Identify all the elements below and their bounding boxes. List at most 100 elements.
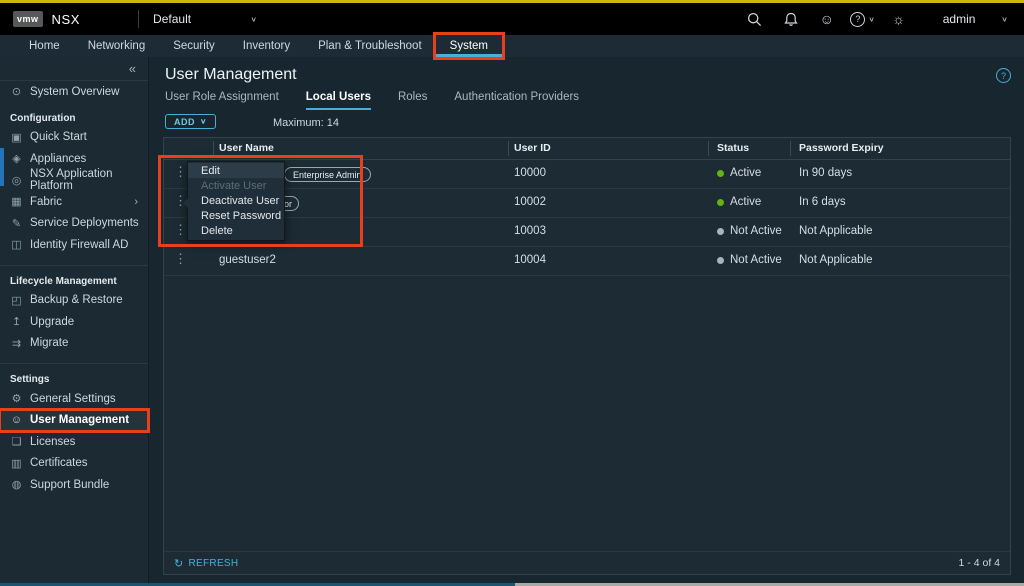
menu-item-deactivate-user[interactable]: Deactivate User <box>188 193 284 208</box>
sidebar-item-label: Quick Start <box>30 131 87 143</box>
row-actions-context-menu: Edit Activate User Deactivate User Reset… <box>187 161 285 241</box>
support-bundle-icon: ◍ <box>10 478 23 491</box>
sidebar-item-label: Licenses <box>30 436 75 448</box>
table-row: ⋮ guestuser2 10004 Not Active Not Applic… <box>164 246 1010 276</box>
status-dot <box>717 228 724 235</box>
chevron-down-icon: ∨ <box>250 15 257 24</box>
sidebar-item-label: Upgrade <box>30 316 74 328</box>
password-expiry-cell: Not Applicable <box>799 225 873 237</box>
user-id-cell: 10000 <box>514 167 546 179</box>
username: admin <box>943 12 976 26</box>
user-menu[interactable]: admin ∨ <box>943 12 1008 26</box>
general-settings-icon: ⚙ <box>10 392 23 405</box>
user-management-tabs: User Role Assignment Local Users Roles A… <box>165 91 579 110</box>
sidebar-item-quick-start[interactable]: ▣ Quick Start <box>0 127 148 149</box>
pagination-range: 1 - 4 of 4 <box>959 557 1000 569</box>
refresh-button[interactable]: ↻ REFRESH <box>174 557 238 570</box>
row-actions-kebab-icon[interactable]: ⋮ <box>174 251 184 268</box>
sidebar-section-settings: Settings <box>0 364 148 388</box>
tab-roles[interactable]: Roles <box>398 91 427 110</box>
sidebar-item-label: Appliances <box>30 153 86 165</box>
status-label: Not Active <box>730 225 782 237</box>
project-dropdown-value: Default <box>153 12 191 26</box>
nav-tab-plan-troubleshoot[interactable]: Plan & Troubleshoot <box>304 35 436 57</box>
user-name-cell: guestuser2 <box>219 254 276 266</box>
column-divider <box>790 141 791 156</box>
password-expiry-cell: In 90 days <box>799 167 852 179</box>
sidebar-item-nsx-application-platform[interactable]: ◎ NSX Application Platform <box>0 170 148 192</box>
sidebar-item-appliances[interactable]: ◈ Appliances <box>0 148 148 170</box>
tab-local-users[interactable]: Local Users <box>306 91 371 110</box>
application-platform-icon: ◎ <box>10 174 23 187</box>
system-overview-icon: ⊙ <box>10 85 23 98</box>
product-name: NSX <box>52 12 81 27</box>
help-menu[interactable]: ? ∨ <box>845 12 881 27</box>
nav-tab-home[interactable]: Home <box>15 35 74 57</box>
sidebar-item-label: Certificates <box>30 457 88 469</box>
nav-tab-system[interactable]: System <box>436 35 502 57</box>
sidebar-item-label: Service Deployments <box>30 217 139 229</box>
menu-item-activate-user: Activate User <box>188 178 284 193</box>
menu-item-edit[interactable]: Edit <box>188 163 284 178</box>
tab-authentication-providers[interactable]: Authentication Providers <box>454 91 579 110</box>
licenses-icon: ❑ <box>10 435 23 448</box>
sidebar-item-migrate[interactable]: ⇉ Migrate <box>0 333 148 355</box>
sidebar-section-configuration: Configuration <box>0 103 148 127</box>
local-users-table: User Name User ID Status Password Expiry… <box>163 137 1011 575</box>
add-user-button[interactable]: ADD ∨ <box>165 114 216 129</box>
main-content: User Management ? User Role Assignment L… <box>149 57 1024 586</box>
chevron-down-icon: ∨ <box>868 15 875 24</box>
sidebar-item-label: Support Bundle <box>30 479 109 491</box>
certificates-icon: ▥ <box>10 457 23 470</box>
status-label: Active <box>730 167 761 179</box>
collapse-sidebar-icon[interactable]: « <box>129 61 136 76</box>
sidebar-item-identity-firewall-ad[interactable]: ◫ Identity Firewall AD <box>0 234 148 256</box>
column-header-status: Status <box>717 142 749 154</box>
tab-user-role-assignment[interactable]: User Role Assignment <box>165 91 279 110</box>
column-header-user-id: User ID <box>514 142 551 154</box>
user-id-cell: 10002 <box>514 196 546 208</box>
sidebar-item-support-bundle[interactable]: ◍ Support Bundle <box>0 474 148 496</box>
sidebar-item-backup-restore[interactable]: ◰ Backup & Restore <box>0 290 148 312</box>
sidebar-item-general-settings[interactable]: ⚙ General Settings <box>0 388 148 410</box>
nav-tab-networking[interactable]: Networking <box>74 35 160 57</box>
column-divider <box>213 141 214 156</box>
nav-tab-security[interactable]: Security <box>159 35 229 57</box>
fabric-icon: ▦ <box>10 195 23 208</box>
nav-tab-inventory[interactable]: Inventory <box>229 35 304 57</box>
sidebar-item-licenses[interactable]: ❑ Licenses <box>0 431 148 453</box>
theme-toggle-sun-icon[interactable]: ☼ <box>881 12 917 26</box>
password-expiry-cell: In 6 days <box>799 196 846 208</box>
column-divider <box>508 141 509 156</box>
feedback-smiley-icon[interactable]: ☺ <box>809 12 845 26</box>
column-header-password-expiry: Password Expiry <box>799 142 884 154</box>
page-help-icon[interactable]: ? <box>996 68 1011 83</box>
menu-item-delete[interactable]: Delete <box>188 224 284 239</box>
status-cell: Not Active <box>717 225 782 237</box>
status-dot <box>717 199 724 206</box>
sidebar-item-fabric[interactable]: ▦ Fabric › <box>0 191 148 213</box>
refresh-icon: ↻ <box>174 557 184 570</box>
sidebar-item-user-management[interactable]: ☺ User Management <box>0 410 148 432</box>
notifications-bell-icon[interactable] <box>773 12 809 27</box>
sidebar-item-label: Migrate <box>30 337 68 349</box>
search-icon[interactable] <box>737 12 773 27</box>
row-actions-kebab-icon[interactable]: ⋮ <box>174 164 184 181</box>
upgrade-icon: ↥ <box>10 315 23 328</box>
left-edge-scroll-indicator[interactable] <box>0 148 4 186</box>
project-dropdown[interactable]: Default ∨ <box>153 12 257 26</box>
status-dot <box>717 257 724 264</box>
sidebar-item-system-overview[interactable]: ⊙ System Overview <box>0 81 148 103</box>
system-sidebar: « ⊙ System Overview Configuration ▣ Quic… <box>0 57 149 586</box>
sidebar-item-service-deployments[interactable]: ✎ Service Deployments <box>0 213 148 235</box>
status-dot <box>717 170 724 177</box>
menu-item-reset-password[interactable]: Reset Password <box>188 209 284 224</box>
row-actions-kebab-icon[interactable]: ⋮ <box>174 222 184 239</box>
sidebar-item-upgrade[interactable]: ↥ Upgrade <box>0 311 148 333</box>
sidebar-item-label: System Overview <box>30 86 119 98</box>
sidebar-item-certificates[interactable]: ▥ Certificates <box>0 453 148 475</box>
identity-firewall-icon: ◫ <box>10 238 23 251</box>
column-divider <box>708 141 709 156</box>
column-header-user-name: User Name <box>219 142 274 154</box>
sidebar-item-label: Fabric <box>30 196 62 208</box>
